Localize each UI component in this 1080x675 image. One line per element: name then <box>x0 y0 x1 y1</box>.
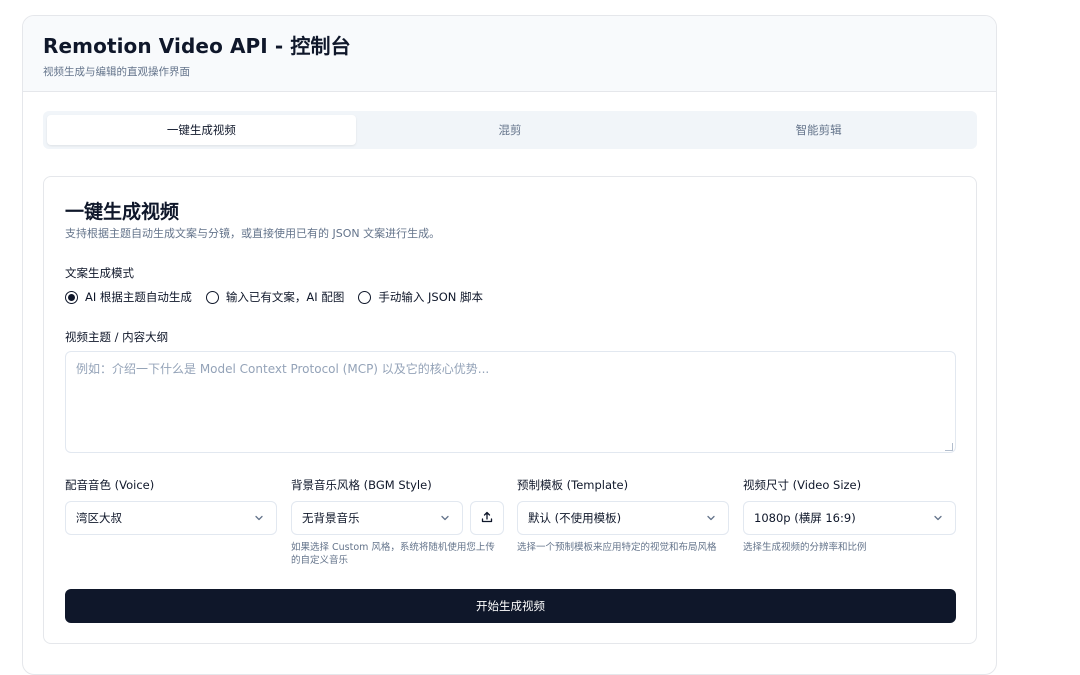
page-title: Remotion Video API - 控制台 <box>43 34 351 58</box>
size-select-value: 1080p (横屏 16:9) <box>754 511 856 525</box>
page-subtitle: 视频生成与编辑的直观操作界面 <box>43 66 190 78</box>
start-generate-button[interactable]: 开始生成视频 <box>65 589 956 623</box>
mode-radio-group: AI 根据主题自动生成 输入已有文案，AI 配图 手动输入 JSON 脚本 <box>65 289 483 305</box>
section-title: 一键生成视频 <box>65 201 180 223</box>
topic-textarea[interactable] <box>65 351 956 453</box>
chevron-down-icon <box>438 511 452 525</box>
console-card: Remotion Video API - 控制台 视频生成与编辑的直观操作界面 … <box>22 15 997 675</box>
chevron-down-icon <box>704 511 718 525</box>
chevron-down-icon <box>252 511 266 525</box>
mode-option-json-script[interactable]: 手动输入 JSON 脚本 <box>358 289 483 305</box>
bgm-label: 背景音乐风格 (BGM Style) <box>291 478 432 492</box>
voice-select[interactable]: 湾区大叔 <box>65 501 277 535</box>
page-header: Remotion Video API - 控制台 视频生成与编辑的直观操作界面 <box>23 16 996 92</box>
voice-select-value: 湾区大叔 <box>76 511 122 525</box>
mode-label: 文案生成模式 <box>65 266 134 280</box>
bgm-hint: 如果选择 Custom 风格，系统将随机使用您上传的自定义音乐 <box>291 542 495 566</box>
mode-option-existing-copy[interactable]: 输入已有文案，AI 配图 <box>205 289 345 305</box>
tab-one-click-generate[interactable]: 一键生成视频 <box>47 115 356 145</box>
size-label: 视频尺寸 (Video Size) <box>743 478 862 492</box>
bgm-upload-button[interactable] <box>470 501 504 535</box>
radio-unchecked-icon[interactable] <box>205 290 219 304</box>
voice-label: 配音音色 (Voice) <box>65 478 155 492</box>
mode-option-label: 手动输入 JSON 脚本 <box>378 290 483 304</box>
chevron-down-icon <box>931 511 945 525</box>
tab-smart-edit[interactable]: 智能剪辑 <box>664 115 973 145</box>
radio-unchecked-icon[interactable] <box>358 290 372 304</box>
tab-bar: 一键生成视频 混剪 智能剪辑 <box>43 111 977 149</box>
bgm-select[interactable]: 无背景音乐 <box>291 501 463 535</box>
template-select-value: 默认 (不使用模板) <box>528 511 622 525</box>
radio-checked-icon[interactable] <box>65 290 78 304</box>
mode-option-ai-auto[interactable]: AI 根据主题自动生成 <box>65 289 192 305</box>
topic-label: 视频主题 / 内容大纲 <box>65 330 169 344</box>
size-hint: 选择生成视频的分辨率和比例 <box>743 542 867 553</box>
generate-form-card: 一键生成视频 支持根据主题自动生成文案与分镜，或直接使用已有的 JSON 文案进… <box>43 176 977 644</box>
tab-remix[interactable]: 混剪 <box>356 115 665 145</box>
template-label: 预制模板 (Template) <box>517 478 629 492</box>
template-hint: 选择一个预制模板来应用特定的视觉和布局风格 <box>517 542 717 553</box>
mode-option-label: 输入已有文案，AI 配图 <box>225 290 345 304</box>
resize-handle-icon[interactable] <box>945 443 953 451</box>
upload-icon <box>480 509 494 528</box>
template-select[interactable]: 默认 (不使用模板) <box>517 501 729 535</box>
mode-option-label: AI 根据主题自动生成 <box>85 290 192 304</box>
size-select[interactable]: 1080p (横屏 16:9) <box>743 501 956 535</box>
bgm-select-value: 无背景音乐 <box>302 511 360 525</box>
section-description: 支持根据主题自动生成文案与分镜，或直接使用已有的 JSON 文案进行生成。 <box>65 227 441 240</box>
